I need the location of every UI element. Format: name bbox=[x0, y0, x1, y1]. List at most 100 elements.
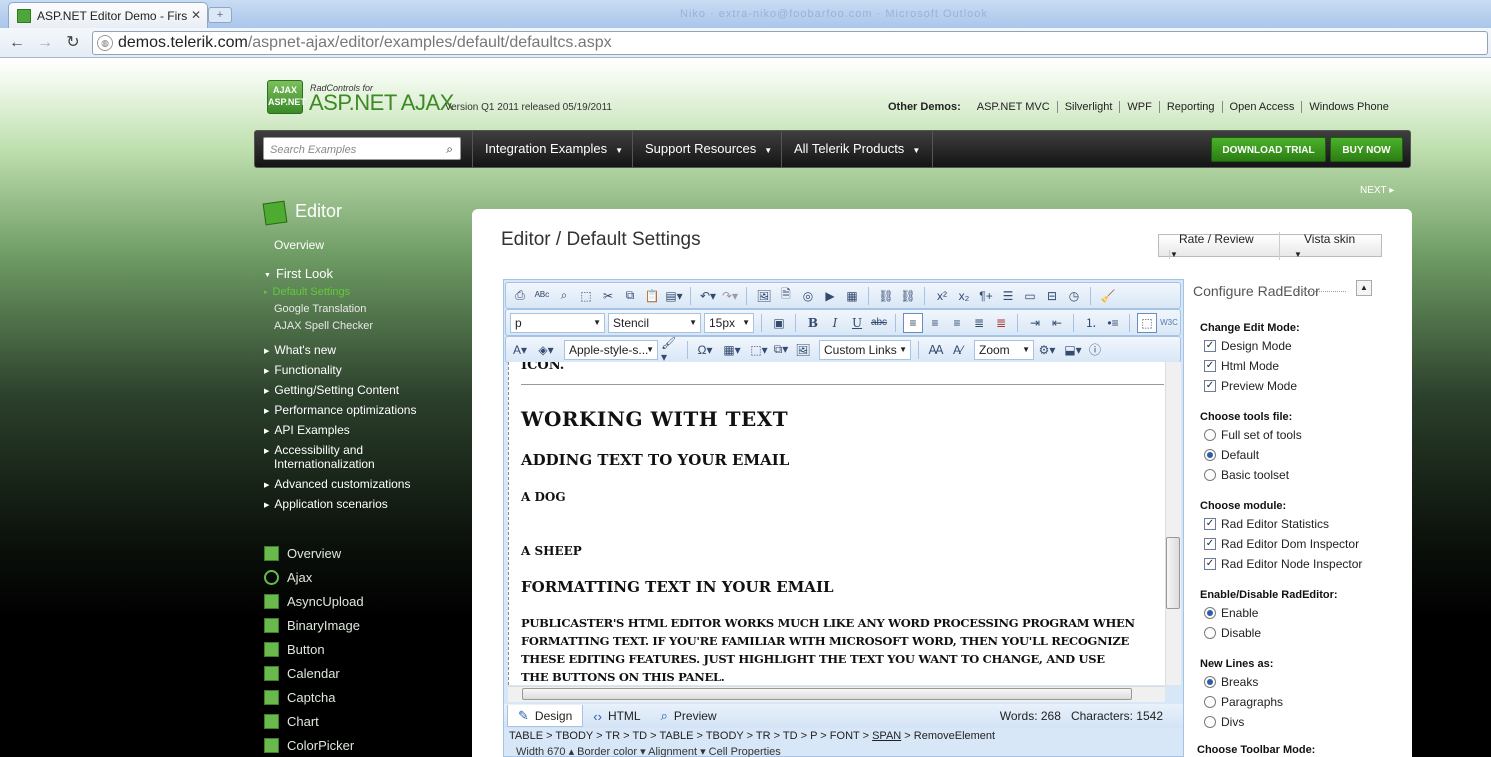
checkbox-checked-icon[interactable]: ✓ bbox=[1204, 380, 1216, 392]
document-manager-icon[interactable]: 🗎 bbox=[776, 286, 796, 306]
sidebar-item-google-translation[interactable]: Google Translation bbox=[274, 303, 366, 315]
design-mode-tab[interactable]: ✎ Design bbox=[507, 705, 584, 727]
bullet-list-icon[interactable]: •≡ bbox=[1103, 313, 1123, 333]
control-captcha[interactable]: Captcha bbox=[264, 688, 335, 706]
dom-path-item[interactable]: TBODY bbox=[706, 730, 744, 742]
statistics-module-checkbox[interactable]: ✓ Rad Editor Statistics bbox=[1204, 517, 1329, 531]
control-asyncupload[interactable]: AsyncUpload bbox=[264, 592, 364, 610]
paste-icon[interactable]: 📋 bbox=[642, 286, 662, 306]
address-bar[interactable]: ◍ demos.telerik.com /aspnet-ajax/editor/… bbox=[92, 31, 1488, 55]
insert-table-icon[interactable]: ▦▾ bbox=[722, 340, 742, 360]
dom-path-item[interactable]: FONT bbox=[830, 730, 860, 742]
other-demo-link[interactable]: Open Access bbox=[1221, 101, 1302, 113]
paragraphs-radio[interactable]: Paragraphs bbox=[1204, 695, 1283, 709]
dom-path-item[interactable]: SPAN bbox=[872, 730, 901, 742]
media-manager-icon[interactable]: ▶ bbox=[820, 286, 840, 306]
undo-icon[interactable]: ↶▾ bbox=[698, 286, 718, 306]
rate-review-dropdown[interactable]: Rate / Review ▼ bbox=[1159, 232, 1279, 260]
checkbox-checked-icon[interactable]: ✓ bbox=[1204, 518, 1216, 530]
skin-dropdown[interactable]: Vista skin ▼ bbox=[1278, 231, 1381, 260]
search-icon[interactable]: ⌕ bbox=[446, 142, 453, 157]
control-calendar[interactable]: Calendar bbox=[264, 664, 340, 682]
search-input[interactable]: Search Examples ⌕ bbox=[263, 137, 461, 160]
hyperlink-icon[interactable]: ⛓ bbox=[876, 286, 896, 306]
indent-icon[interactable]: ⇥ bbox=[1025, 313, 1045, 333]
toggle-docking-icon[interactable]: ⬓▾ bbox=[1063, 340, 1083, 360]
select-all-icon[interactable]: ⬚ bbox=[576, 286, 596, 306]
html-mode-tab[interactable]: ‹› HTML bbox=[583, 705, 650, 727]
font-name-dropdown[interactable]: Stencil ▼ bbox=[608, 312, 701, 333]
disable-radio[interactable]: Disable bbox=[1204, 626, 1261, 640]
sidebar-item-default-settings[interactable]: ▸ Default Settings bbox=[264, 286, 350, 298]
radio-icon[interactable] bbox=[1204, 469, 1216, 481]
format-stripper-icon[interactable]: 🧹 bbox=[1098, 286, 1118, 306]
dom-path-item[interactable]: TR bbox=[605, 730, 620, 742]
dom-path-item[interactable]: TABLE bbox=[509, 730, 543, 742]
editor-content-area[interactable]: icon. Working with Text Adding Text to y… bbox=[508, 362, 1165, 685]
format-block-dropdown[interactable]: p ▼ bbox=[510, 312, 605, 333]
align-center-icon[interactable]: ≡ bbox=[925, 313, 945, 333]
control-ajax[interactable]: Ajax bbox=[264, 568, 312, 586]
reload-icon[interactable]: ↻ bbox=[62, 33, 84, 53]
insert-snippet-icon[interactable]: ⧉▾ bbox=[771, 340, 791, 360]
dom-path-item[interactable]: TABLE bbox=[659, 730, 693, 742]
justify-icon[interactable]: ≣ bbox=[969, 313, 989, 333]
remove-alignment-icon[interactable]: ≣ bbox=[991, 313, 1011, 333]
custom-links-dropdown[interactable]: Custom Links ▼ bbox=[819, 339, 911, 360]
format-code-block-icon[interactable]: 🖌▾ bbox=[661, 336, 681, 364]
vertical-scroll-thumb[interactable] bbox=[1166, 537, 1180, 609]
radio-selected-icon[interactable] bbox=[1204, 607, 1216, 619]
menu-all-telerik-products[interactable]: All Telerik Products ▼ bbox=[781, 130, 934, 168]
redo-icon[interactable]: ↷▾ bbox=[720, 286, 740, 306]
spellcheck-icon[interactable]: ᴬᴮᶜ bbox=[532, 286, 552, 306]
other-demo-link[interactable]: ASP.NET MVC bbox=[970, 101, 1057, 113]
sidebar-item-application-scenarios[interactable]: ▶ Application scenarios bbox=[264, 497, 388, 511]
buy-now-button[interactable]: BUY NOW bbox=[1330, 137, 1403, 162]
control-overview[interactable]: Overview bbox=[264, 544, 341, 562]
paste-options-icon[interactable]: ▤▾ bbox=[664, 286, 684, 306]
superscript-icon[interactable]: x² bbox=[932, 286, 952, 306]
paragraph-icon[interactable]: ¶+ bbox=[976, 286, 996, 306]
download-trial-button[interactable]: DOWNLOAD TRIAL bbox=[1211, 137, 1326, 162]
dom-path-item[interactable]: TBODY bbox=[555, 730, 593, 742]
sidebar-item-internationalization[interactable]: Internationalization bbox=[274, 457, 375, 471]
print-icon[interactable]: ⎙ bbox=[510, 286, 530, 306]
default-tools-radio[interactable]: Default bbox=[1204, 448, 1259, 462]
full-tools-radio[interactable]: Full set of tools bbox=[1204, 428, 1302, 442]
node-inspector-checkbox[interactable]: ✓ Rad Editor Node Inspector bbox=[1204, 557, 1362, 571]
forward-icon[interactable]: → bbox=[34, 33, 56, 53]
checkbox-checked-icon[interactable]: ✓ bbox=[1204, 538, 1216, 550]
subscript-icon[interactable]: x₂ bbox=[954, 286, 974, 306]
sidebar-item-advanced-customizations[interactable]: ▶ Advanced customizations bbox=[264, 477, 410, 491]
align-right-icon[interactable]: ≡ bbox=[947, 313, 967, 333]
dom-path-item[interactable]: TR bbox=[756, 730, 771, 742]
radio-selected-icon[interactable] bbox=[1204, 676, 1216, 688]
cut-icon[interactable]: ✂ bbox=[598, 286, 618, 306]
breaks-radio[interactable]: Breaks bbox=[1204, 675, 1258, 689]
module-manager-icon[interactable]: ⚙▾ bbox=[1037, 340, 1057, 360]
radio-icon[interactable] bbox=[1204, 696, 1216, 708]
back-icon[interactable]: ← bbox=[6, 33, 28, 53]
checkbox-checked-icon[interactable]: ✓ bbox=[1204, 340, 1216, 352]
unlink-icon[interactable]: ⛓ bbox=[898, 286, 918, 306]
convert-upper-icon[interactable]: A⁄ bbox=[948, 340, 968, 360]
radio-icon[interactable] bbox=[1204, 716, 1216, 728]
horizontal-scroll-thumb[interactable] bbox=[522, 688, 1132, 700]
toggle-table-border-icon[interactable]: ⬚ bbox=[1137, 312, 1157, 333]
remove-element-link[interactable]: RemoveElement bbox=[914, 730, 995, 742]
html-mode-checkbox[interactable]: ✓ Html Mode bbox=[1204, 359, 1279, 373]
dom-inspector-checkbox[interactable]: ✓ Rad Editor Dom Inspector bbox=[1204, 537, 1359, 551]
other-demo-link[interactable]: Windows Phone bbox=[1301, 101, 1396, 113]
sidebar-item-accessibility[interactable]: ▶ Accessibility and bbox=[264, 443, 363, 457]
radio-icon[interactable] bbox=[1204, 627, 1216, 639]
brand-title[interactable]: ASP.NET AJAX bbox=[309, 90, 454, 116]
control-chart[interactable]: Chart bbox=[264, 712, 319, 730]
template-manager-icon[interactable]: ▦ bbox=[842, 286, 862, 306]
snippet-icon[interactable]: ⊟ bbox=[1042, 286, 1062, 306]
sidebar-item-overview[interactable]: Overview bbox=[274, 238, 324, 252]
underline-icon[interactable]: U bbox=[847, 313, 867, 333]
numbered-list-icon[interactable]: ⒈ bbox=[1081, 313, 1101, 333]
insert-symbol-icon[interactable]: Ω▾ bbox=[695, 340, 715, 360]
dom-path-item[interactable]: TD bbox=[632, 730, 647, 742]
new-tab-button[interactable]: + bbox=[208, 7, 232, 23]
